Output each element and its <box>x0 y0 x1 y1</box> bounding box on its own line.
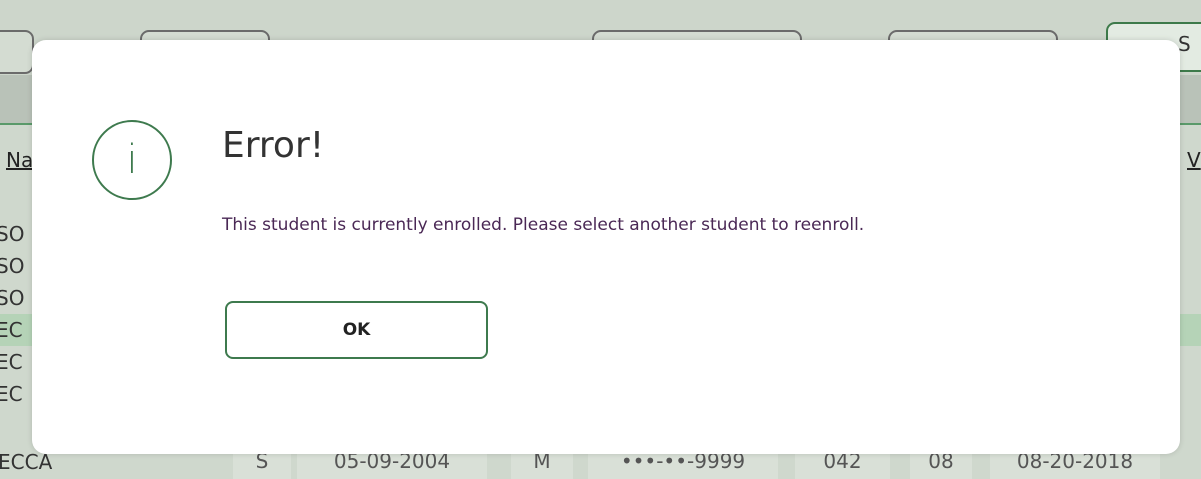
ok-button[interactable]: OK <box>225 301 488 359</box>
dialog-message: This student is currently enrolled. Plea… <box>222 215 865 235</box>
dialog-title: Error! <box>222 125 325 166</box>
error-dialog: i Error! This student is currently enrol… <box>32 40 1180 454</box>
toolbar-button-1[interactable] <box>0 30 34 74</box>
column-header-right[interactable]: V <box>1187 148 1201 172</box>
row-name: SO <box>0 222 25 246</box>
row-name: EC <box>0 350 23 374</box>
row-name: EC <box>0 318 23 342</box>
row-name: SO <box>0 286 25 310</box>
row-name: EC <box>0 382 23 406</box>
info-icon: i <box>92 120 172 200</box>
row-name: SO <box>0 254 25 278</box>
column-header-name[interactable]: Na <box>6 148 33 172</box>
info-icon-glyph: i <box>126 137 138 183</box>
